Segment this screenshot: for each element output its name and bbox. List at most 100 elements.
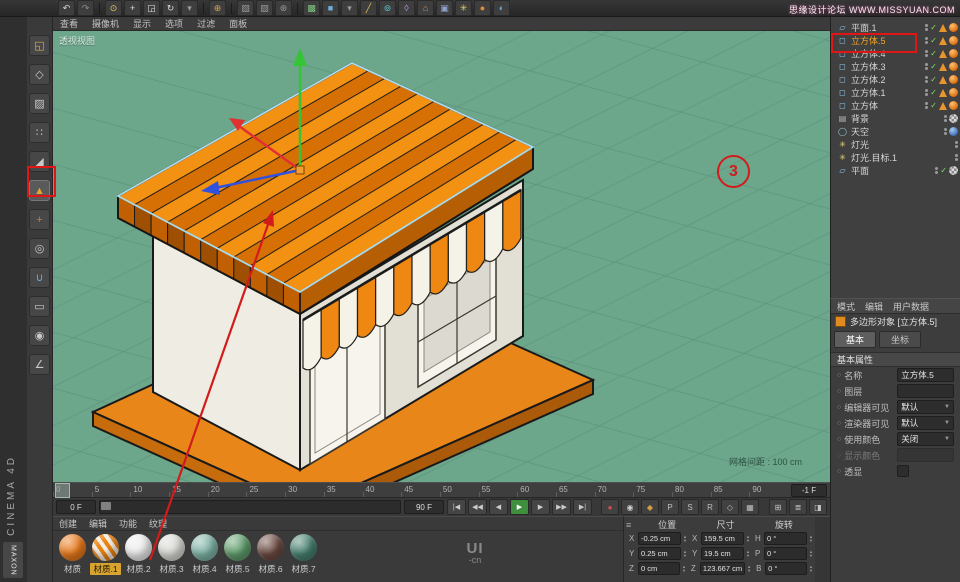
next-key-button[interactable]: ▶▶ bbox=[552, 499, 571, 515]
deformer-icon[interactable]: ◊ bbox=[398, 0, 415, 16]
render-visibility-dot[interactable] bbox=[925, 67, 928, 70]
stepper-arrows[interactable]: ▲▼ bbox=[746, 550, 750, 558]
coordinate-field[interactable]: 19.5 cm bbox=[701, 547, 744, 560]
stepper-arrows[interactable]: ▲▼ bbox=[682, 565, 686, 573]
visibility-dots[interactable] bbox=[925, 24, 928, 31]
attribute-menu-item[interactable]: 编辑 bbox=[865, 300, 883, 313]
material-orange-tag-icon[interactable] bbox=[949, 101, 958, 110]
environment-icon[interactable]: ◐ bbox=[493, 0, 510, 16]
model-mode-icon[interactable]: ◇ bbox=[29, 64, 50, 85]
selection-tag-icon[interactable] bbox=[939, 76, 947, 84]
editor-visibility-dot[interactable] bbox=[925, 37, 928, 40]
scene-canvas[interactable] bbox=[53, 30, 830, 482]
viewport-menu-item[interactable]: 过滤 bbox=[190, 17, 222, 30]
selection-tag-icon[interactable] bbox=[939, 50, 947, 58]
selection-tag-icon[interactable] bbox=[939, 102, 947, 110]
material-menu-item[interactable]: 创建 bbox=[59, 517, 77, 530]
record-parameter-icon[interactable]: ◇ bbox=[721, 499, 739, 515]
tab-基本[interactable]: 基本 bbox=[834, 331, 876, 348]
material-orange-tag-icon[interactable] bbox=[949, 75, 958, 84]
selection-tag-icon[interactable] bbox=[939, 89, 947, 97]
visibility-dots[interactable] bbox=[944, 128, 947, 135]
material-swatch[interactable]: 材质.5 bbox=[221, 531, 254, 575]
material-swatch[interactable]: 材质 bbox=[56, 531, 89, 575]
material-menu-item[interactable]: 功能 bbox=[119, 517, 137, 530]
object-row[interactable]: ◻立方体.4✓ bbox=[831, 47, 960, 60]
render-visibility-dot[interactable] bbox=[925, 54, 928, 57]
stepper-arrows[interactable]: ▲▼ bbox=[683, 550, 687, 558]
stepper-arrows[interactable]: ▲▼ bbox=[809, 550, 813, 558]
prev-key-button[interactable]: ◀◀ bbox=[468, 499, 487, 515]
attribute-field[interactable]: 默认▼ bbox=[897, 416, 954, 430]
stepper-down-icon[interactable]: ▼ bbox=[683, 554, 687, 558]
material-swatch[interactable]: 材质.3 bbox=[155, 531, 188, 575]
object-row[interactable]: ✳灯光 bbox=[831, 138, 960, 151]
make-editable-icon[interactable]: ◱ bbox=[29, 35, 50, 56]
animation-dot-icon[interactable]: ○ bbox=[837, 436, 841, 443]
viewport-menu-item[interactable]: 选项 bbox=[158, 17, 190, 30]
visibility-dots[interactable] bbox=[925, 63, 928, 70]
tab-坐标[interactable]: 坐标 bbox=[879, 331, 921, 348]
next-frame-button[interactable]: ▶ bbox=[531, 499, 550, 515]
timeline-playhead[interactable] bbox=[55, 483, 70, 498]
panel-icon[interactable]: ◨ bbox=[809, 499, 827, 515]
material-orange-tag-icon[interactable] bbox=[949, 62, 958, 71]
material-checker-tag-icon[interactable] bbox=[949, 114, 958, 123]
light-icon[interactable]: ✳ bbox=[455, 0, 472, 16]
record-rotation-icon[interactable]: R bbox=[701, 499, 719, 515]
coordinate-field[interactable]: -0.25 cm bbox=[638, 532, 681, 545]
enabled-check-icon[interactable]: ✓ bbox=[930, 75, 937, 84]
polygon-mode-icon[interactable]: ▲ bbox=[29, 180, 50, 201]
stepper-arrows[interactable]: ▲▼ bbox=[809, 535, 813, 543]
animation-dot-icon[interactable]: ○ bbox=[837, 452, 841, 459]
enabled-check-icon[interactable]: ✓ bbox=[930, 62, 937, 71]
stepper-down-icon[interactable]: ▼ bbox=[682, 569, 686, 573]
material-orange-tag-icon[interactable] bbox=[949, 88, 958, 97]
material-sphere[interactable] bbox=[92, 534, 119, 561]
animation-dot-icon[interactable]: ○ bbox=[837, 388, 841, 395]
render-visibility-dot[interactable] bbox=[955, 158, 958, 161]
stepper-down-icon[interactable]: ▼ bbox=[809, 539, 813, 543]
prev-frame-button[interactable]: ◀ bbox=[489, 499, 508, 515]
material-swatch[interactable]: 材质.6 bbox=[254, 531, 287, 575]
solo-mode-icon[interactable]: ◎ bbox=[29, 238, 50, 259]
autokey-icon[interactable]: ◉ bbox=[621, 499, 639, 515]
texture-mode-icon[interactable]: ▨ bbox=[29, 93, 50, 114]
workplane-icon[interactable]: ▭ bbox=[29, 296, 50, 317]
move-tool-icon[interactable]: + bbox=[124, 0, 141, 16]
stepper-down-icon[interactable]: ▼ bbox=[746, 554, 750, 558]
object-row[interactable]: ✳灯光.目标.1 bbox=[831, 151, 960, 164]
floor-icon[interactable]: ⌂ bbox=[417, 0, 434, 16]
stepper-down-icon[interactable]: ▼ bbox=[746, 539, 750, 543]
stepper-down-icon[interactable]: ▼ bbox=[683, 539, 687, 543]
visibility-dots[interactable] bbox=[955, 141, 958, 148]
material-orange-tag-icon[interactable] bbox=[949, 49, 958, 58]
animation-dot-icon[interactable]: ○ bbox=[837, 372, 841, 379]
coordinate-field[interactable]: 0.25 cm bbox=[638, 547, 681, 560]
attribute-field[interactable] bbox=[897, 448, 954, 462]
render-visibility-dot[interactable] bbox=[925, 93, 928, 96]
scale-tool-icon[interactable]: ◲ bbox=[143, 0, 160, 16]
timeline-ruler[interactable]: 051015202530354045505560657075808590 -1 … bbox=[53, 482, 830, 498]
editor-visibility-dot[interactable] bbox=[935, 167, 938, 170]
enabled-check-icon[interactable]: ✓ bbox=[930, 23, 937, 32]
play-button[interactable]: ▶ bbox=[510, 499, 529, 515]
render-visibility-dot[interactable] bbox=[925, 41, 928, 44]
material-swatch[interactable]: 材质.7 bbox=[287, 531, 320, 575]
selection-tag-icon[interactable] bbox=[939, 63, 947, 71]
range-end-field[interactable]: 90 F bbox=[404, 500, 444, 514]
material-swatch[interactable]: 材质.2 bbox=[122, 531, 155, 575]
attribute-menu-item[interactable]: 模式 bbox=[837, 300, 855, 313]
main-viewport[interactable]: 透视视图 网格间距 : 100 cm bbox=[53, 30, 830, 482]
spline-pen-icon[interactable]: ╱ bbox=[360, 0, 377, 16]
object-row[interactable]: ◻立方体.3✓ bbox=[831, 60, 960, 73]
stepper-arrows[interactable]: ▲▼ bbox=[747, 565, 751, 573]
visibility-dots[interactable] bbox=[935, 167, 938, 174]
visibility-dots[interactable] bbox=[944, 115, 947, 122]
editor-visibility-dot[interactable] bbox=[925, 50, 928, 53]
stepper-arrows[interactable]: ▲▼ bbox=[683, 535, 687, 543]
frame-range-slider[interactable] bbox=[99, 500, 401, 514]
object-row[interactable]: ◻立方体.5✓ bbox=[831, 34, 960, 47]
material-checker-tag-icon[interactable] bbox=[949, 166, 958, 175]
selection-tag-icon[interactable] bbox=[939, 24, 947, 32]
